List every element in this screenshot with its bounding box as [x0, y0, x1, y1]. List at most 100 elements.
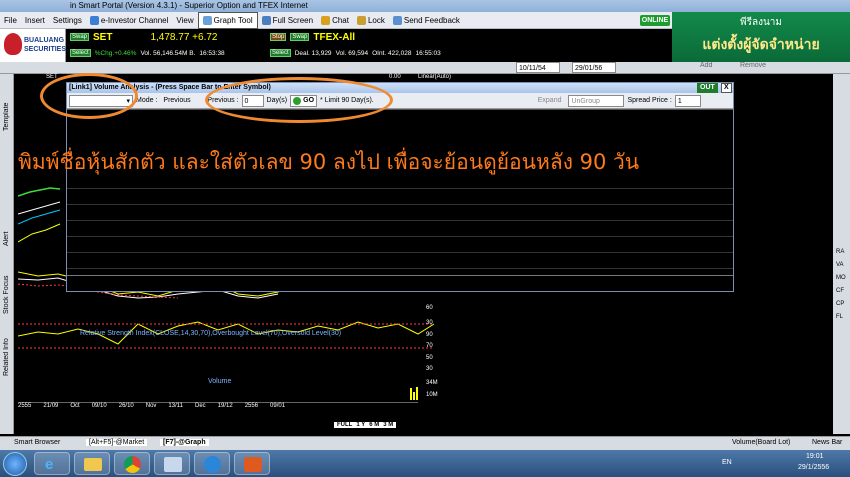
set-time: 16:53:38 [199, 49, 225, 57]
tool-va[interactable]: VA [836, 262, 844, 268]
app-taskbar-button[interactable] [154, 452, 190, 475]
tfex-symbol: TFEX-All [313, 31, 356, 43]
broker-logo: BUALUANG SECURITIES [0, 29, 66, 62]
clock-date: 29/1/2556 [798, 464, 830, 471]
add-button[interactable]: Add [700, 62, 712, 69]
tfex-time: 16:55:03 [415, 49, 441, 57]
menu-einvestor[interactable]: e-Investor Channel [86, 13, 173, 28]
chat-icon [321, 15, 331, 25]
tool-cp[interactable]: CP [836, 301, 844, 307]
expand-button[interactable]: Expand [535, 97, 565, 104]
volume-analysis-dialog: [Link1] Volume Analysis - (Press Space B… [66, 82, 734, 292]
tfex-swap-button[interactable]: Swap [290, 33, 310, 41]
ungroup-select[interactable]: UnGroup [568, 94, 625, 107]
date-to-field[interactable]: 29/01/56 [572, 62, 616, 73]
tab-template[interactable]: Template [1, 94, 13, 140]
volume-bars [410, 386, 420, 400]
menu-file[interactable]: File [0, 13, 21, 28]
language-indicator[interactable]: EN [722, 459, 732, 466]
menu-chat[interactable]: Chat [317, 13, 353, 28]
dialog-close-button[interactable]: X [721, 83, 732, 93]
dialog-controls: ▾ Mode : Previous Previous : 0 Day(s) GO… [67, 93, 733, 109]
x-tick: Nov [145, 403, 157, 409]
x-axis: 2555 21/09 Oct 09/10 26/10 Nov 13/11 Dec… [18, 402, 418, 411]
drawing-toolbar: 10/11/54 29/01/56 Add Remove [0, 62, 850, 74]
menu-graph-tool-label: Graph Tool [213, 15, 253, 25]
tfex-open-interest: OInt. 422,028 [372, 49, 412, 57]
explorer-taskbar-button[interactable] [74, 452, 110, 475]
menu-graph-tool[interactable]: Graph Tool [197, 11, 258, 29]
spread-label: Spread Price : [627, 97, 672, 104]
period-full[interactable]: FULL [337, 422, 352, 428]
mode-select[interactable]: Previous [160, 97, 204, 104]
graph-icon [202, 15, 212, 25]
dialog-out-button[interactable]: OUT [697, 83, 718, 93]
period-bar: FULL 1 Y 6 M 3 M [334, 422, 397, 428]
x-tick: 26/10 [118, 403, 134, 409]
chart-scale-label: Linear(Auto) [418, 74, 452, 80]
tool-ra[interactable]: RA [836, 249, 844, 255]
smart-browser-tab[interactable]: Smart Browser [14, 439, 60, 446]
streaming-taskbar-button[interactable] [234, 452, 270, 475]
window-title: in Smart Portal (Version 4.3.1) - Superi… [0, 0, 850, 12]
x-tick: Oct [70, 403, 80, 409]
graph-tab[interactable]: [F7]-@Graph [160, 439, 209, 446]
period-6m[interactable]: 6 M [369, 422, 379, 428]
volume-title: Volume [208, 378, 232, 385]
left-tabs: Template Alert Stock Focus Related Info [0, 74, 14, 434]
news-bar-button[interactable]: News Bar [812, 439, 842, 446]
highlight-symbol-oval [40, 73, 138, 119]
x-tick: 2556 [244, 403, 259, 409]
banner-line1: พีรีลงนาม [739, 17, 783, 28]
menu-lock[interactable]: Lock [353, 13, 389, 28]
x-tick: 09/01 [270, 403, 286, 409]
x-tick: Dec [195, 403, 206, 409]
logo-line2: SECURITIES [24, 46, 67, 53]
rsi-tick-6: 30 [426, 366, 433, 372]
tool-cf[interactable]: CF [836, 288, 844, 294]
menu-chat-label: Chat [332, 15, 349, 25]
menu-full-screen-label: Full Screen [272, 15, 314, 25]
banner-line2: แต่งตั้งผู้จัดจำหน่าย [702, 36, 820, 52]
date-from-field[interactable]: 10/11/54 [516, 62, 560, 73]
menu-lock-label: Lock [367, 15, 385, 25]
spread-input[interactable]: 1 [674, 94, 701, 107]
menu-full-screen[interactable]: Full Screen [258, 13, 317, 28]
tab-related-info[interactable]: Related Info [1, 332, 13, 382]
set-index-value: 1,478.77 +6.72 [150, 31, 218, 43]
chrome-icon [124, 456, 141, 473]
menu-view[interactable]: View [172, 13, 197, 28]
tool-mo[interactable]: MO [836, 275, 846, 281]
media-taskbar-button[interactable] [194, 452, 230, 475]
highlight-previous-oval [205, 77, 393, 123]
remove-button[interactable]: Remove [740, 62, 766, 69]
set-change: %Chg.+0.46% [94, 49, 137, 57]
ad-banner[interactable]: พีรีลงนาม แต่งตั้งผู้จัดจำหน่าย [672, 12, 850, 62]
rsi-tick-4: 70 [426, 343, 433, 349]
tfex-select-button[interactable]: Select [270, 49, 291, 57]
menu-send-feedback[interactable]: Send Feedback [389, 13, 464, 28]
period-1y[interactable]: 1 Y [356, 422, 365, 428]
x-tick: 09/10 [91, 403, 107, 409]
set-swap-button[interactable]: Swap [70, 33, 90, 41]
menu-settings[interactable]: Settings [49, 13, 86, 28]
start-button[interactable] [3, 452, 27, 476]
tab-stock-focus[interactable]: Stock Focus [1, 270, 13, 320]
menu-insert[interactable]: Insert [21, 13, 49, 28]
set-symbol: SET [93, 31, 113, 43]
logo-mark-icon [4, 33, 22, 55]
period-3m[interactable]: 3 M [383, 422, 393, 428]
ie-taskbar-button[interactable]: e [34, 452, 70, 475]
set-quote-panel: Swap SET 1,478.77 +6.72 Select %Chg.+0.4… [68, 29, 268, 62]
tab-alert[interactable]: Alert [1, 224, 13, 254]
clock-time: 19:01 [806, 453, 824, 460]
volume-board-lot: Volume(Board Lot) [732, 439, 791, 446]
x-tick: 13/11 [168, 403, 183, 409]
set-select-button[interactable]: Select [70, 49, 91, 57]
vol-tick-1: 34M [426, 380, 438, 386]
media-icon [204, 456, 221, 473]
market-tab[interactable]: [Alt+F5]-@Market [86, 439, 148, 446]
chrome-taskbar-button[interactable] [114, 452, 150, 475]
tfex-volume: Vol. 69,594 [335, 49, 369, 57]
tool-fl[interactable]: FL [836, 314, 843, 320]
